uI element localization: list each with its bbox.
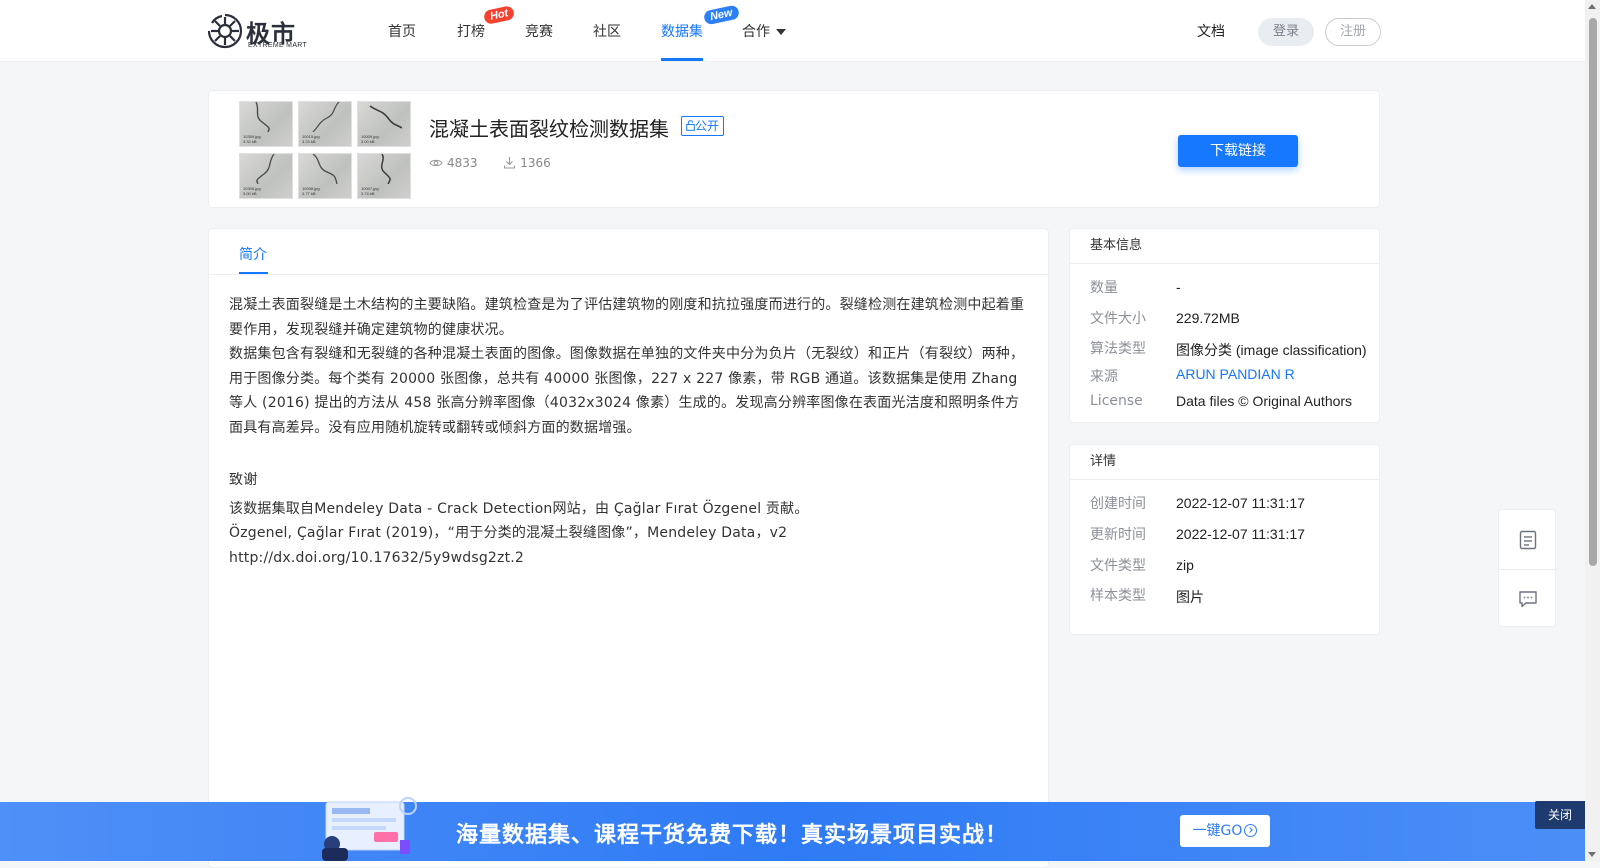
info-value: Data files © Original Authors xyxy=(1176,393,1353,409)
crack-image-icon xyxy=(369,105,402,129)
thumbnail[interactable]: 10007.jpg 3.74 kB xyxy=(357,153,411,199)
visibility-tag: 公开 xyxy=(681,116,725,136)
notes-button[interactable] xyxy=(1499,510,1557,569)
crack-image-icon xyxy=(256,154,275,184)
detail-key: 更新时间 xyxy=(1090,527,1146,543)
source-link[interactable]: ARUN PANDIAN R xyxy=(1176,366,1295,382)
crack-image-icon xyxy=(312,154,338,184)
eye-icon xyxy=(429,159,443,166)
banner-text: 海量数据集、课程干货免费下载！真实场景项目实战！ xyxy=(456,823,1009,848)
go-button-label: 一键GO xyxy=(1192,823,1243,839)
thumbnail[interactable]: 10305.jpg 3.00 kB xyxy=(239,153,293,199)
scroll-up-arrow-icon[interactable] xyxy=(1588,4,1596,9)
detail-key: 创建时间 xyxy=(1090,496,1146,512)
tab-intro[interactable]: 简介 xyxy=(239,244,267,264)
nav-cooperation[interactable]: 合作 xyxy=(742,21,786,41)
floating-toolbar xyxy=(1498,509,1557,628)
info-value: - xyxy=(1176,279,1181,295)
hot-badge: Hot xyxy=(482,5,516,25)
download-link-button[interactable]: 下载链接 xyxy=(1178,135,1298,167)
feedback-button[interactable] xyxy=(1499,569,1557,628)
thumbnail-size: 3.23 kB xyxy=(302,139,316,144)
crack-image-icon xyxy=(255,102,270,132)
detail-value: 图片 xyxy=(1176,589,1204,605)
thumbnail-size: 3.00 kB xyxy=(361,139,375,144)
detail-value: 2022-12-07 11:31:17 xyxy=(1176,495,1305,511)
dataset-stats: 4833 1366 xyxy=(429,155,551,170)
register-button[interactable]: 注册 xyxy=(1325,18,1381,46)
doi-link[interactable]: http://dx.doi.org/10.17632/5y9wdsg2zt.2 xyxy=(229,546,1029,571)
thumbnail[interactable]: 10015.jpg 3.23 kB xyxy=(298,101,352,147)
acknowledgement-heading: 致谢 xyxy=(229,472,258,488)
main-content-card: 简介 混凝土表面裂缝是土木结构的主要缺陷。建筑检查是为了评估建筑物的刚度和抗拉强… xyxy=(208,228,1049,868)
thumbnail-size: 3.00 kB xyxy=(243,191,257,196)
info-key: 文件大小 xyxy=(1090,311,1146,327)
info-key: 数量 xyxy=(1090,280,1118,296)
tab-bar: 简介 xyxy=(209,229,1048,275)
go-button[interactable]: 一键GO xyxy=(1180,815,1270,847)
details-heading: 详情 xyxy=(1070,445,1379,480)
nav-cooperation-label: 合作 xyxy=(742,24,770,40)
info-value: 图像分类 (image classification) xyxy=(1176,342,1367,358)
document-icon xyxy=(1519,530,1537,549)
info-key: 算法类型 xyxy=(1090,341,1146,357)
scroll-down-arrow-icon[interactable] xyxy=(1588,852,1596,857)
nav-home[interactable]: 首页 xyxy=(388,21,416,41)
dataset-title: 混凝土表面裂纹检测数据集 xyxy=(429,117,669,141)
thumbnail-size: 3.32 kB xyxy=(243,139,257,144)
crack-image-icon xyxy=(312,102,340,132)
promo-banner: 海量数据集、课程干货免费下载！真实场景项目实战！ 一键GO xyxy=(0,797,1585,861)
dataset-summary-card: 10359.jpg 3.32 kB 10015.jpg 3.23 kB 10009.… xyxy=(208,90,1380,208)
thumbnail[interactable]: 10359.jpg 3.32 kB xyxy=(239,101,293,147)
download-count: 1366 xyxy=(520,155,551,170)
active-nav-underline xyxy=(661,58,703,61)
chat-icon xyxy=(1519,590,1537,607)
nav-community[interactable]: 社区 xyxy=(593,21,621,41)
info-key: License xyxy=(1090,393,1143,409)
visibility-label: 公开 xyxy=(695,119,720,133)
detail-key: 文件类型 xyxy=(1090,558,1146,574)
logo-mark-icon xyxy=(207,13,243,49)
docs-link[interactable]: 文档 xyxy=(1197,21,1225,41)
logo[interactable]: 极市 EXTREME MART xyxy=(206,12,316,52)
info-key: 来源 xyxy=(1090,369,1118,385)
lock-open-icon xyxy=(686,120,695,131)
dataset-thumbnails: 10359.jpg 3.32 kB 10015.jpg 3.23 kB 10009.… xyxy=(239,101,411,201)
top-header: 极市 EXTREME MART 首页 打榜 Hot 竞赛 社区 数据集 New … xyxy=(0,0,1585,62)
view-count: 4833 xyxy=(447,155,478,170)
detail-value: 2022-12-07 11:31:17 xyxy=(1176,526,1305,542)
intro-paragraph: 混凝土表面裂缝是土木结构的主要缺陷。建筑检查是为了评估建筑物的刚度和抗拉强度而进… xyxy=(229,297,1025,338)
basic-info-heading: 基本信息 xyxy=(1070,229,1379,264)
thumbnail-size: 3.77 kB xyxy=(302,191,316,196)
scrollbar-thumb[interactable] xyxy=(1589,18,1597,566)
thumbnail[interactable]: 10008.jpg 3.77 kB xyxy=(298,153,352,199)
thumbnail-size: 3.74 kB xyxy=(361,191,375,196)
intro-paragraph: 数据集包含有裂缝和无裂缝的各种混凝土表面的图像。图像数据在单独的文件夹中分为负片… xyxy=(229,346,1025,436)
logo-subtext: EXTREME MART xyxy=(248,42,308,49)
new-badge: New xyxy=(702,4,740,26)
active-tab-underline xyxy=(239,272,268,274)
basic-info-card: 基本信息 数量 - 文件大小 229.72MB 算法类型 图像分类 (image… xyxy=(1069,228,1380,423)
nav-leaderboard[interactable]: 打榜 xyxy=(457,21,485,41)
nav-datasets[interactable]: 数据集 xyxy=(661,21,703,41)
banner-illustration-icon xyxy=(322,797,417,861)
acknowledgement-line: Özgenel, Çağlar Fırat (2019)，“用于分类的混凝土裂缝… xyxy=(229,525,788,541)
detail-key: 样本类型 xyxy=(1090,588,1146,604)
download-icon xyxy=(504,157,516,169)
close-banner-button[interactable]: 关闭 xyxy=(1535,801,1585,829)
acknowledgement-line: 该数据集取自Mendeley Data - Crack Detection网站，… xyxy=(229,500,809,517)
info-value: 229.72MB xyxy=(1176,310,1240,326)
details-card: 详情 创建时间 2022-12-07 11:31:17 更新时间 2022-12… xyxy=(1069,444,1380,635)
nav-competition[interactable]: 竞赛 xyxy=(525,21,553,41)
crack-image-icon xyxy=(380,154,391,184)
intro-content: 混凝土表面裂缝是土木结构的主要缺陷。建筑检查是为了评估建筑物的刚度和抗拉强度而进… xyxy=(229,293,1029,570)
thumbnail[interactable]: 10009.jpg 3.00 kB xyxy=(357,101,411,147)
login-button[interactable]: 登录 xyxy=(1258,18,1314,46)
caret-down-icon xyxy=(776,29,786,35)
detail-value: zip xyxy=(1176,557,1194,573)
arrow-circle-icon xyxy=(1244,823,1258,837)
